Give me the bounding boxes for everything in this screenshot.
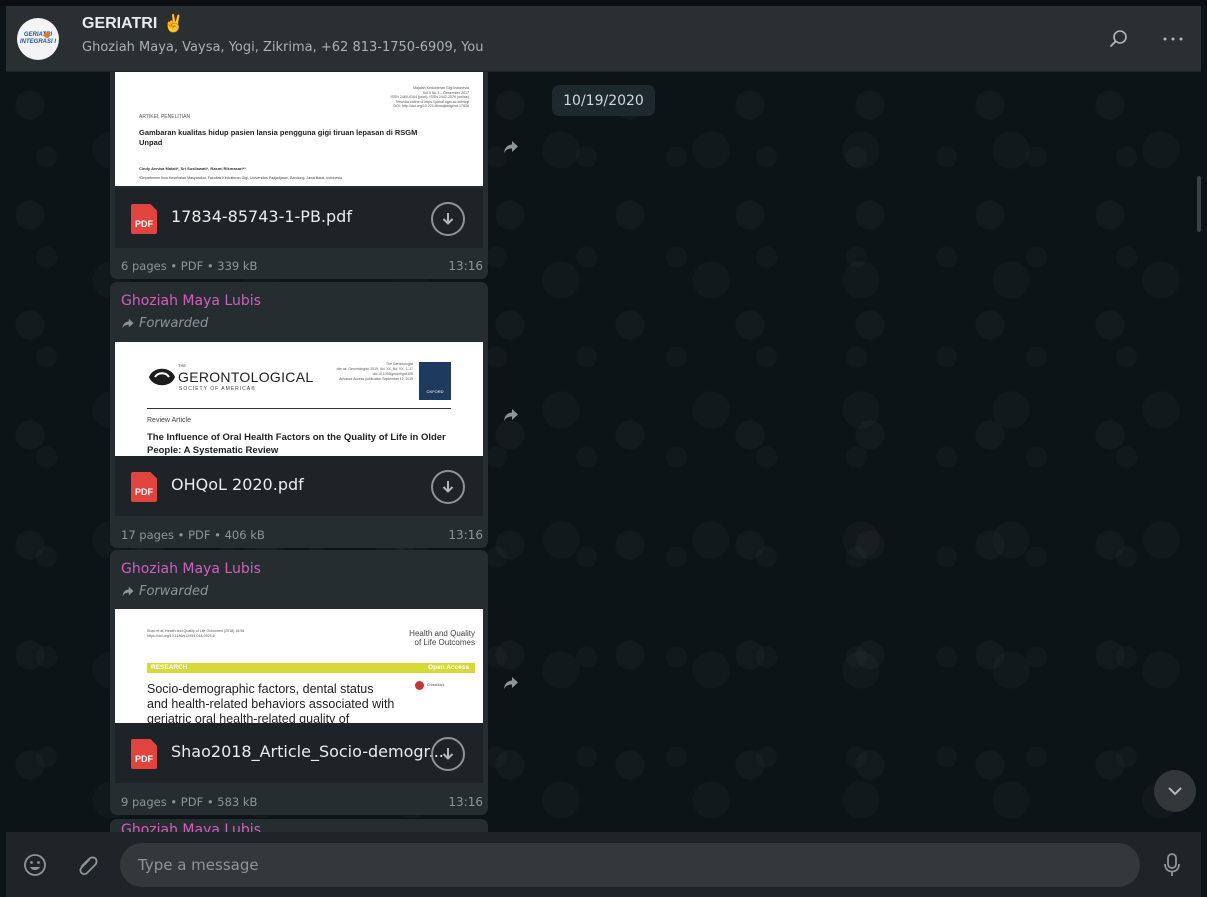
download-icon[interactable] [431,202,465,236]
oxford-text: OXFORD [426,389,444,394]
crossmark-text: CrossMark [427,683,445,687]
message-time: 13:16 [448,528,483,542]
forward-share-icon[interactable] [500,136,522,158]
preview-affiliation: *Departemen Ilmu Kesehatan Masyarakat, F… [139,176,342,180]
document-preview[interactable]: THE GERONTOLOGICAL SOCIETY OF AMERICA® T… [115,342,483,456]
victory-hand-emoji: ✌ [163,14,185,33]
research-banner: RESEARCH Open Access [147,663,475,673]
preview-divider [147,408,451,409]
gsa-logo-icon [149,368,175,386]
forwarded-text: Forwarded [139,584,209,599]
file-row[interactable]: PDF 17834-85743-1-PB.pdf [115,188,483,248]
message-bubble[interactable]: Majalah Kedokteran Gigi Indonesia Vol 3 … [110,72,488,279]
chat-title-text: GERIATRI [82,15,158,32]
group-avatar[interactable]: GERIATRI INTEGRASI I [17,18,59,60]
file-meta: 17 pages • PDF • 406 kB [121,528,265,542]
forward-share-icon[interactable] [500,672,522,694]
sender-name: Ghoziah Maya Lubis [121,561,261,577]
preview-journal-title: Health and Quality [409,629,475,638]
preview-heading: The Influence of Oral Health Factors on … [147,432,446,456]
file-row[interactable]: PDF OHQoL 2020.pdf [115,456,483,516]
forwarded-label: Forwarded [121,584,208,599]
preview-brand-sub: SOCIETY OF AMERICA® [179,386,256,392]
chat-title: GERIATRI ✌ [82,14,484,34]
compose-bar: Type a message [6,832,1201,897]
chevron-down-icon [1168,787,1182,796]
oxford-logo: OXFORD [419,362,451,400]
pdf-icon: PDF [131,472,157,502]
forwarded-text: Forwarded [139,316,209,331]
sender-name: Ghoziah Maya Lubis [121,822,261,832]
search-icon[interactable] [1106,26,1132,52]
file-meta: 6 pages • PDF • 339 kB [121,259,258,273]
avatar-text-line2: INTEGRASI I [19,39,56,45]
chat-header[interactable]: GERIATRI INTEGRASI I GERIATRI ✌ Ghoziah … [6,6,1201,72]
research-label: RESEARCH [151,664,188,671]
avatar-logo-dot [44,32,50,38]
scrollbar-thumb[interactable] [1197,176,1201,232]
forward-share-icon[interactable] [500,404,522,426]
forwarded-label: Forwarded [121,316,208,331]
emoji-icon[interactable] [22,852,48,878]
message-bubble[interactable]: Ghoziah Maya Lubis Forwarded THE GERONTO… [110,282,488,548]
download-icon[interactable] [431,737,465,771]
preview-section: Review Article [147,417,191,424]
message-time: 13:16 [448,795,483,809]
pdf-icon: PDF [131,739,157,769]
file-row[interactable]: PDF Shao2018_Article_Socio-demogr... [115,723,483,783]
message-time: 13:16 [448,259,483,273]
download-icon[interactable] [431,470,465,504]
preview-brand: GERONTOLOGICAL [178,369,314,385]
message-input[interactable]: Type a message [120,843,1140,887]
preview-journal-title: of Life Outcomes [414,638,475,647]
file-meta: 9 pages • PDF • 583 kB [121,795,258,809]
date-chip: 10/19/2020 [552,85,655,116]
sender-name: Ghoziah Maya Lubis [121,293,261,309]
participants-list: Ghoziah Maya, Vaysa, Yogi, Zikrima, +62 … [82,40,484,55]
preview-brand-the: THE [178,363,186,368]
pdf-icon: PDF [131,204,157,234]
scroll-down-button[interactable] [1154,770,1196,812]
message-bubble[interactable]: Ghoziah Maya Lubis Forwarded Shao et al.… [110,550,488,815]
preview-journal-line: Advance Access publication September 12,… [339,377,413,381]
preview-heading: Socio-demographic factors, dental status… [147,682,395,723]
message-bubble[interactable]: Ghoziah Maya Lubis [110,819,488,832]
chat-area[interactable]: 10/19/2020 Majalah Kedokteran Gigi Indon… [6,72,1201,832]
microphone-icon[interactable] [1159,852,1185,878]
open-access-label: Open Access [428,664,469,671]
document-preview[interactable]: Majalah Kedokteran Gigi Indonesia Vol 3 … [115,72,483,186]
file-name: Shao2018_Article_Socio-demogr... [171,742,444,761]
document-preview[interactable]: Shao et al. Health and Quality of Life O… [115,609,483,723]
forwarded-icon [122,318,134,329]
preview-journal-line: https://doi.org/10.1186/s12955-018-0925-… [147,634,215,638]
menu-dots-icon[interactable] [1160,26,1186,52]
attach-icon[interactable] [75,852,101,878]
file-name: 17834-85743-1-PB.pdf [171,207,352,226]
chat-title-area[interactable]: GERIATRI ✌ Ghoziah Maya, Vaysa, Yogi, Zi… [82,14,484,55]
preview-authors: Cindy Annisa Malati*, Sri Susilawati*, R… [139,166,246,171]
file-name: OHQoL 2020.pdf [171,475,304,494]
crossmark-icon [415,681,424,690]
preview-section: ARTIKEL PENELITIAN [139,114,191,120]
preview-journal-line: DOI: http://doi.org/10.22146/majkedgiind… [393,104,469,109]
forwarded-icon [122,586,134,597]
preview-heading: Gambaran kualitas hidup pasien lansia pe… [139,128,418,147]
